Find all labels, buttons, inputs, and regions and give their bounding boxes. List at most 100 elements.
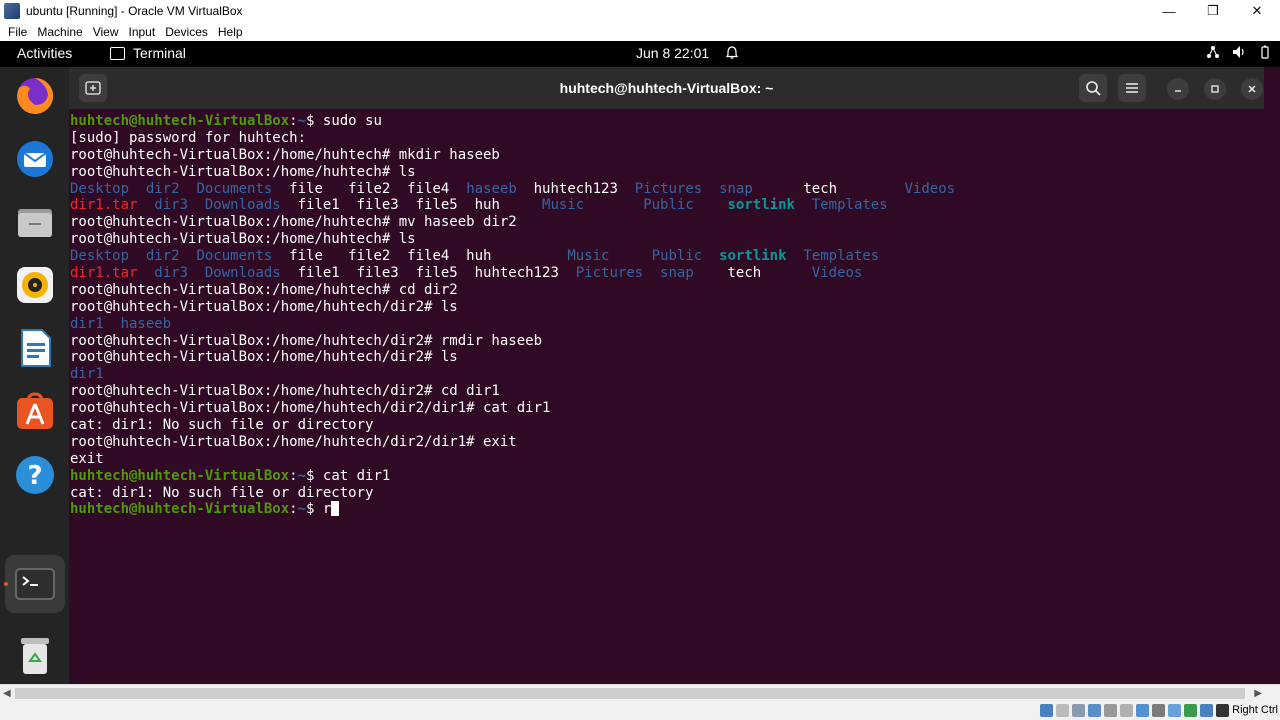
- host-titlebar: ubuntu [Running] - Oracle VM VirtualBox …: [0, 0, 1280, 22]
- dock-app-center[interactable]: [12, 388, 57, 433]
- terminal-maximize-button[interactable]: [1204, 78, 1226, 100]
- menu-file[interactable]: File: [8, 25, 27, 39]
- terminal-line: cat: dir1: No such file or directory: [70, 417, 1260, 434]
- terminal-line: exit: [70, 451, 1260, 468]
- terminal-text: root@huhtech-VirtualBox:/home/huhtech/di…: [70, 332, 543, 349]
- scroll-left-icon[interactable]: ◀: [3, 688, 11, 699]
- hamburger-menu-button[interactable]: [1118, 74, 1146, 102]
- terminal-text: $ cat dir1: [306, 467, 391, 484]
- terminal-text: root@huhtech-VirtualBox:/home/huhtech# l…: [70, 163, 416, 180]
- horizontal-scrollbar[interactable]: ◀ ▶: [0, 684, 1280, 702]
- activities-button[interactable]: Activities: [17, 45, 72, 61]
- dock-trash[interactable]: [12, 633, 57, 678]
- terminal-close-button[interactable]: [1241, 78, 1263, 100]
- terminal-line: dir1 haseeb: [70, 316, 1260, 333]
- cpu-icon[interactable]: [1168, 704, 1181, 717]
- usb-icon[interactable]: [1104, 704, 1117, 717]
- dock-libreoffice-writer[interactable]: [12, 325, 57, 370]
- app-center-icon: [16, 391, 53, 429]
- scrollbar-thumb[interactable]: [15, 688, 1245, 699]
- terminal-text: root@huhtech-VirtualBox:/home/huhtech# c…: [70, 281, 458, 298]
- device-indicators[interactable]: [1040, 704, 1229, 717]
- terminal-line: dir1.tar dir3 Downloads file1 file3 file…: [70, 197, 1260, 214]
- menu-machine[interactable]: Machine: [37, 25, 82, 39]
- terminal-text: Desktop: [70, 248, 130, 265]
- menu-input[interactable]: Input: [129, 25, 156, 39]
- maximize-button[interactable]: ❐: [1190, 0, 1236, 22]
- terminal-line: root@huhtech-VirtualBox:/home/huhtech# l…: [70, 231, 1260, 248]
- app-menu-terminal[interactable]: Terminal: [110, 45, 186, 61]
- terminal-text: root@huhtech-VirtualBox:/home/huhtech# m…: [70, 214, 517, 231]
- terminal-text: $ sudo su: [306, 113, 382, 129]
- volume-icon: [1233, 46, 1244, 58]
- search-icon: [1086, 81, 1101, 96]
- terminal-text: $ r: [306, 501, 332, 518]
- clock[interactable]: Jun 8 22:01: [636, 45, 709, 61]
- terminal-text: root@huhtech-VirtualBox:/home/huhtech/di…: [70, 433, 517, 450]
- terminal-text: Videos: [904, 180, 956, 197]
- dock-help[interactable]: ?: [12, 452, 57, 497]
- optical-drive-icon[interactable]: [1056, 704, 1069, 717]
- terminal-text: root@huhtech-VirtualBox:/home/huhtech/di…: [70, 349, 458, 366]
- terminal-output[interactable]: huhtech@huhtech-VirtualBox:~$ sudo su [su…: [70, 113, 1260, 683]
- terminal-line: Desktop dir2 Documents file file2 file4 …: [70, 248, 1260, 265]
- terminal-window: huhtech@huhtech-VirtualBox: ~ huhtech@hu…: [69, 67, 1264, 684]
- terminal-text: dir2: [145, 248, 180, 265]
- terminal-text: dir2: [145, 180, 180, 197]
- dock-rhythmbox[interactable]: [12, 262, 57, 307]
- audio-icon[interactable]: [1072, 704, 1085, 717]
- terminal-scrollbar[interactable]: [1264, 67, 1280, 684]
- terminal-text: haseeb: [466, 180, 517, 197]
- terminal-line: root@huhtech-VirtualBox:/home/huhtech/di…: [70, 434, 1260, 451]
- display-icon[interactable]: [1136, 704, 1149, 717]
- system-tray[interactable]: [1206, 45, 1272, 59]
- dock-files[interactable]: [12, 199, 57, 244]
- terminal-text: sortlink: [727, 197, 795, 214]
- terminal-line: dir1.tar dir3 Downloads file1 file3 file…: [70, 265, 1260, 282]
- hard-disk-icon[interactable]: [1040, 704, 1053, 717]
- terminal-line: root@huhtech-VirtualBox:/home/huhtech# c…: [70, 282, 1260, 299]
- mouse-integration-icon[interactable]: [1200, 704, 1213, 717]
- shared-folders-icon[interactable]: [1120, 704, 1133, 717]
- terminal-text: haseeb: [120, 315, 172, 332]
- terminal-text: Documents: [196, 180, 273, 197]
- video-capture-icon[interactable]: [1152, 704, 1165, 717]
- keyboard-icon[interactable]: [1216, 704, 1229, 717]
- close-button[interactable]: ✕: [1234, 0, 1280, 22]
- terminal-text: dir1.tar: [70, 197, 138, 214]
- files-icon: [17, 208, 52, 237]
- network-adapter-icon[interactable]: [1088, 704, 1101, 717]
- menu-devices[interactable]: Devices: [165, 25, 208, 39]
- terminal-text: Documents: [196, 248, 273, 265]
- menu-help[interactable]: Help: [218, 25, 243, 39]
- dock-terminal[interactable]: [12, 561, 57, 606]
- search-button[interactable]: [1079, 74, 1107, 102]
- notification-bell-icon[interactable]: [726, 46, 738, 60]
- terminal-line: root@huhtech-VirtualBox:/home/huhtech# l…: [70, 164, 1260, 181]
- dock-firefox[interactable]: [12, 73, 57, 118]
- minimize-icon: [1175, 90, 1181, 92]
- dock-thunderbird[interactable]: [12, 136, 57, 181]
- terminal-line: dir1: [70, 366, 1260, 383]
- guest-additions-icon[interactable]: [1184, 704, 1197, 717]
- terminal-text: sortlink: [719, 248, 787, 265]
- scroll-right-icon[interactable]: ▶: [1254, 688, 1262, 699]
- terminal-line: root@huhtech-VirtualBox:/home/huhtech/di…: [70, 349, 1260, 366]
- terminal-text: tech: [752, 180, 905, 197]
- terminal-line: root@huhtech-VirtualBox:/home/huhtech/di…: [70, 400, 1260, 417]
- terminal-line: root@huhtech-VirtualBox:/home/huhtech/di…: [70, 333, 1260, 350]
- minimize-button[interactable]: —: [1146, 0, 1192, 22]
- running-indicator: [4, 582, 8, 586]
- terminal-text: huhtech123: [516, 180, 635, 197]
- menu-view[interactable]: View: [93, 25, 119, 39]
- terminal-minimize-button[interactable]: [1167, 78, 1189, 100]
- terminal-line: Desktop dir2 Documents file file2 file4 …: [70, 181, 1260, 198]
- rhythmbox-icon: [16, 266, 53, 303]
